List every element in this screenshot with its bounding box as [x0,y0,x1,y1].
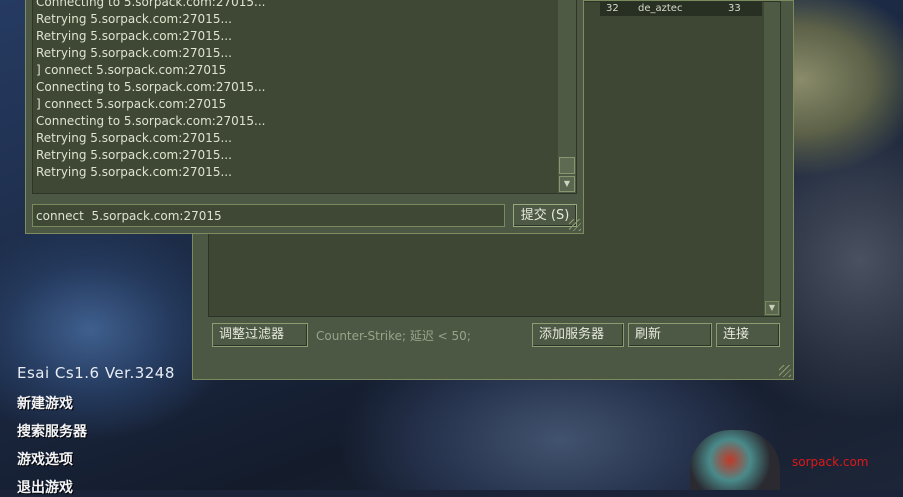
version-label: Esai Cs1.6 Ver.3248 [17,364,175,382]
resize-grip-icon[interactable] [779,365,791,377]
console-scrollbar[interactable]: ▼ [558,0,576,193]
console-line: Connecting to 5.sorpack.com:27015... [36,80,266,94]
scroll-thumb[interactable] [559,157,575,174]
console-line: ] connect 5.sorpack.com:27015 [36,97,227,111]
console-line: Retrying 5.sorpack.com:27015... [36,165,232,179]
scroll-down-icon[interactable]: ▼ [559,176,575,192]
menu-quit[interactable]: 退出游戏 [17,477,73,497]
console-line: Connecting to 5.sorpack.com:27015... [36,0,266,9]
console-line: Retrying 5.sorpack.com:27015... [36,29,232,43]
console-line: ] connect 5.sorpack.com:27015 [36,63,227,77]
console-line: Retrying 5.sorpack.com:27015... [36,131,232,145]
server-map: de_aztec [638,3,683,14]
console-window: Connecting to 5.sorpack.com:27015... Ret… [25,0,584,234]
filter-status: Counter-Strike; 延迟 < 50; [316,329,471,343]
watermark: sorpack.com [792,455,869,469]
submit-button[interactable]: 提交 (S) [513,204,577,227]
console-line: Retrying 5.sorpack.com:27015... [36,46,232,60]
server-list-scrollbar[interactable]: ▼ [764,2,780,316]
menu-options[interactable]: 游戏选项 [17,449,73,469]
console-input[interactable] [32,204,505,227]
connect-button[interactable]: 连接 [716,323,780,347]
console-log: Connecting to 5.sorpack.com:27015... Ret… [32,0,577,194]
menu-new-game[interactable]: 新建游戏 [17,393,73,413]
scroll-down-icon[interactable]: ▼ [765,301,779,315]
menu-find-servers[interactable]: 搜索服务器 [17,421,87,441]
server-value: 33 [728,3,741,14]
console-line: Retrying 5.sorpack.com:27015... [36,148,232,162]
resize-grip-icon[interactable] [569,219,581,231]
refresh-button[interactable]: 刷新 [628,323,712,347]
change-filters-button[interactable]: 调整过滤器 [212,323,308,347]
server-number: 32 [606,3,619,14]
server-row[interactable]: 32 de_aztec 33 [600,2,762,16]
add-server-button[interactable]: 添加服务器 [532,323,624,347]
console-line: Connecting to 5.sorpack.com:27015... [36,114,266,128]
console-line: Retrying 5.sorpack.com:27015... [36,12,232,26]
